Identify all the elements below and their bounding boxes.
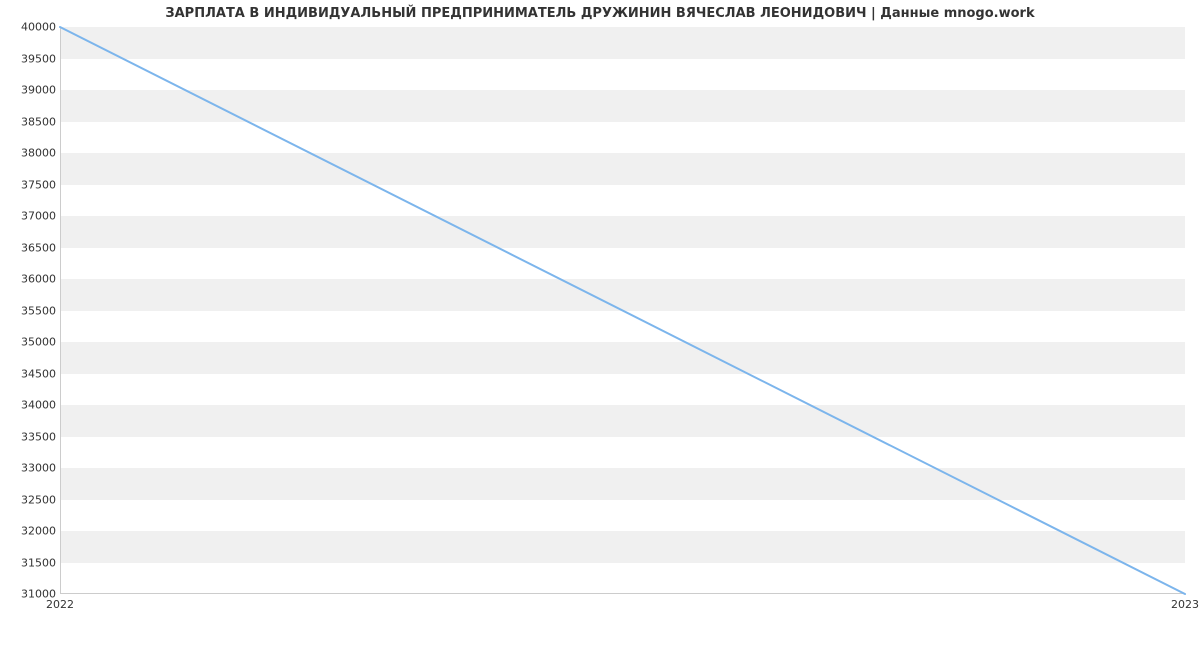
y-tick-label: 40000 (21, 21, 56, 34)
y-tick-label: 34000 (21, 399, 56, 412)
y-tick-label: 38000 (21, 147, 56, 160)
y-tick-label: 39500 (21, 52, 56, 65)
y-tick-label: 34500 (21, 367, 56, 380)
y-tick-label: 32500 (21, 493, 56, 506)
y-tick-label: 35000 (21, 336, 56, 349)
y-tick-label: 37000 (21, 210, 56, 223)
y-tick-label: 35500 (21, 304, 56, 317)
y-tick-label: 37500 (21, 178, 56, 191)
series-line (60, 27, 1185, 594)
x-tick-label: 2023 (1171, 598, 1199, 611)
y-tick-label: 31500 (21, 556, 56, 569)
chart-container: ЗАРПЛАТА В ИНДИВИДУАЛЬНЫЙ ПРЕДПРИНИМАТЕЛ… (0, 0, 1200, 650)
plot-area (60, 27, 1185, 594)
chart-title: ЗАРПЛАТА В ИНДИВИДУАЛЬНЫЙ ПРЕДПРИНИМАТЕЛ… (0, 6, 1200, 21)
y-tick-label: 36500 (21, 241, 56, 254)
y-tick-label: 33000 (21, 462, 56, 475)
line-series-layer (60, 27, 1185, 594)
y-tick-label: 33500 (21, 430, 56, 443)
y-tick-label: 32000 (21, 525, 56, 538)
x-tick-label: 2022 (46, 598, 74, 611)
y-tick-label: 36000 (21, 273, 56, 286)
y-tick-label: 38500 (21, 115, 56, 128)
y-tick-label: 39000 (21, 84, 56, 97)
